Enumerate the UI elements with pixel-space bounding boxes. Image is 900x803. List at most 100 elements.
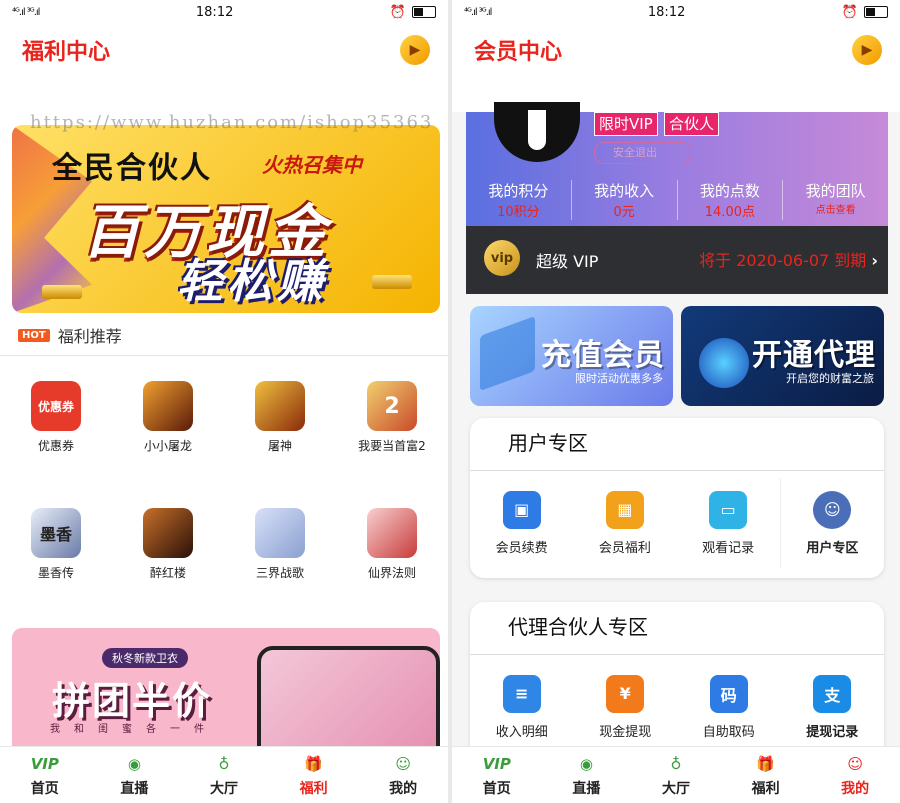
clock: 18:12 [195, 4, 234, 20]
app-item[interactable]: 墨香 墨香传 [0, 508, 112, 581]
promo-subtitle: 限时活动优惠多多 [575, 372, 663, 385]
card-row: ≡ 收入明细 ¥ 现金提现 码 自助取码 支 提现记录 [470, 655, 884, 759]
stat-credits[interactable]: 我的点数 14.00点 [678, 180, 784, 220]
tab-live[interactable]: ◉ 直播 [90, 747, 180, 803]
app-grid-row2: 墨香 墨香传 醉红楼 三界战歌 仙界法则 [0, 508, 448, 581]
banner2-photo [257, 646, 440, 748]
stat-label: 我的点数 [699, 182, 760, 200]
partner-banner[interactable]: 全民合伙人 火热召集中 百万现金 轻松赚 [12, 125, 440, 313]
planet-icon: ♁ [670, 755, 682, 773]
withdraw-record-button[interactable]: 支 提现记录 [781, 674, 885, 740]
tab-label: 大厅 [209, 781, 238, 797]
tab-label: 首页 [482, 781, 511, 797]
tab-live[interactable]: ◉ 直播 [542, 747, 632, 803]
trophy-icon[interactable]: ▶ [852, 35, 882, 65]
history-button[interactable]: ▭ 观看记录 [677, 490, 780, 556]
app-label: 三界战歌 [255, 566, 304, 580]
game-icon: 墨香 [31, 508, 81, 558]
tab-home[interactable]: VIP 首页 [452, 747, 542, 803]
app-item[interactable]: 优惠券 优惠券 [0, 381, 112, 454]
vip-icon: VIP [30, 755, 59, 773]
tab-label: 直播 [572, 781, 601, 797]
alipay-icon: 支 [813, 674, 852, 713]
app-label: 墨香传 [37, 566, 74, 580]
card-title: 用户专区 [470, 418, 884, 471]
card-title: 代理合伙人专区 [470, 602, 884, 655]
user-zone-button[interactable]: ☺ 用户专区 [781, 490, 884, 556]
trophy-icon[interactable]: ▶ [400, 35, 430, 65]
page-title: 福利中心 [22, 40, 111, 65]
page-title: 会员中心 [474, 40, 563, 65]
users-icon: ☺ [813, 490, 852, 529]
game-icon [255, 381, 305, 431]
vip-label: 超级 VIP [536, 252, 599, 271]
vip-status-bar[interactable]: vip 超级 VIP 将于 2020-06-07 到期 › [466, 226, 888, 294]
stat-label: 我的收入 [594, 182, 655, 200]
stat-team[interactable]: 我的团队 点击查看 [783, 180, 888, 220]
vip-expire-text: 将于 2020-06-07 到期 [699, 251, 867, 270]
stat-value: 点击查看 [815, 205, 856, 216]
avatar[interactable] [494, 102, 580, 162]
agent-promo[interactable]: 开通代理 开启您的财富之旅 [681, 306, 884, 406]
tab-mine[interactable]: ☺ 我的 [810, 747, 900, 803]
self-code-button[interactable]: 码 自助取码 [677, 674, 781, 740]
app-label: 屠神 [267, 439, 292, 453]
signal-icon: ⁴ᴳ.ıl ³ᴳ.ıl [12, 6, 40, 18]
hot-badge: HOT [18, 328, 50, 342]
signal-icon: ⁴ᴳ.ıl ³ᴳ.ıl [464, 6, 492, 18]
recharge-promo[interactable]: 充值会员 限时活动优惠多多 [470, 306, 673, 406]
benefits-button[interactable]: ▦ 会员福利 [573, 490, 676, 556]
isometric-icon [480, 315, 535, 392]
film-reel-icon: ◉ [127, 755, 141, 773]
tab-bar: VIP 首页 ◉ 直播 ♁ 大厅 🎁 福利 ☺ 我的 [452, 746, 900, 803]
stat-income[interactable]: 我的收入 0元 [572, 180, 678, 220]
tab-home[interactable]: VIP 首页 [0, 747, 90, 803]
banner-line3: 轻松赚 [177, 254, 327, 308]
app-item[interactable]: 三界战歌 [224, 508, 336, 581]
stat-value: 0元 [613, 205, 635, 220]
stat-points[interactable]: 我的积分 10积分 [466, 180, 572, 220]
item-label: 会员续费 [495, 540, 548, 556]
app-label: 仙界法则 [367, 566, 416, 580]
status-bar: ⁴ᴳ.ıl ³ᴳ.ıl 18:12 ⏰ [0, 0, 448, 24]
gold-bar-icon [372, 275, 412, 289]
tab-mine[interactable]: ☺ 我的 [358, 747, 448, 803]
app-item[interactable]: 小小屠龙 [112, 381, 224, 454]
header: 会员中心 ▶ [452, 24, 900, 76]
welfare-screen: ⁴ᴳ.ıl ³ᴳ.ıl 18:12 ⏰ 福利中心 ▶ 全民合伙人 火热召集中 百… [0, 0, 448, 803]
renew-button[interactable]: ▣ 会员续费 [470, 490, 573, 556]
present-icon: ▦ [605, 490, 644, 529]
app-item[interactable]: 2 我要当首富2 [336, 381, 448, 454]
group-buy-banner[interactable]: 秋冬新款卫衣 拼团半价 我和闺蜜各一件 [12, 628, 440, 748]
vip-badge: 限时VIP [594, 112, 658, 136]
banner2-subtitle: 我和闺蜜各一件 [50, 724, 218, 735]
banner2-tag: 秋冬新款卫衣 [102, 648, 188, 668]
tab-hall[interactable]: ♁ 大厅 [631, 747, 721, 803]
banner-line1b: 火热召集中 [262, 153, 362, 177]
withdraw-button[interactable]: ¥ 现金提现 [574, 674, 678, 740]
agent-zone-card: 代理合伙人专区 ≡ 收入明细 ¥ 现金提现 码 自助取码 支 提现记录 [470, 602, 884, 762]
item-label: 自助取码 [702, 724, 755, 740]
tv-icon: ▭ [709, 490, 748, 529]
film-reel-icon: ◉ [579, 755, 593, 773]
tab-welfare[interactable]: 🎁 福利 [269, 747, 359, 803]
member-screen: ⁴ᴳ.ıl ³ᴳ.ıl 18:12 ⏰ 会员中心 ▶ 限时VIP 合伙人 安全退… [452, 0, 900, 803]
chevron-right-icon: › [871, 251, 878, 270]
tab-welfare[interactable]: 🎁 福利 [721, 747, 811, 803]
cash-icon: ¥ [606, 674, 645, 713]
app-label: 我要当首富2 [358, 439, 426, 453]
gift-icon: 🎁 [756, 755, 775, 773]
battery-icon [864, 6, 888, 18]
stat-label: 我的团队 [805, 182, 866, 200]
tab-hall[interactable]: ♁ 大厅 [179, 747, 269, 803]
app-item[interactable]: 醉红楼 [112, 508, 224, 581]
game-icon [367, 508, 417, 558]
app-item[interactable]: 仙界法则 [336, 508, 448, 581]
income-detail-button[interactable]: ≡ 收入明细 [470, 674, 574, 740]
tab-label: 福利 [751, 781, 780, 797]
logout-button[interactable]: 安全退出 [594, 142, 692, 164]
gift-icon: 🎁 [304, 755, 323, 773]
vip-expire: 将于 2020-06-07 到期 › [699, 247, 878, 271]
stat-label: 我的积分 [488, 182, 549, 200]
app-item[interactable]: 屠神 [224, 381, 336, 454]
